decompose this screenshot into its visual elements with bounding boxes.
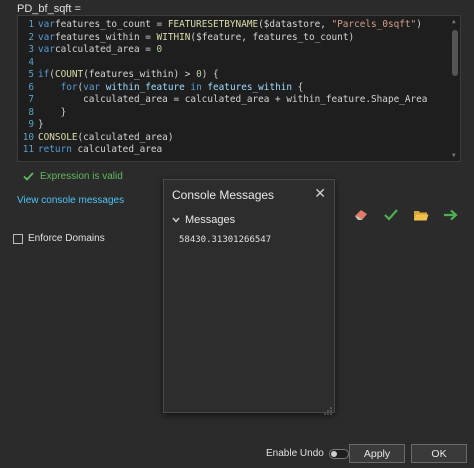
enable-undo-toggle[interactable]: [328, 448, 349, 459]
enable-undo-label: Enable Undo: [266, 448, 324, 459]
editor-scrollbar[interactable]: ▲ ▼: [452, 18, 458, 160]
code-text: }: [38, 106, 67, 118]
line-number: 8: [28, 106, 34, 118]
folder-open-icon[interactable]: [412, 207, 429, 223]
console-message: 58430.31301266547: [179, 235, 272, 245]
code-text: if(COUNT(features_within) > 0) {: [38, 69, 219, 80]
ok-button[interactable]: OK: [411, 444, 467, 463]
scrollbar-thumb[interactable]: [452, 30, 458, 76]
arrow-right-icon[interactable]: [442, 207, 459, 223]
line-number: 5: [28, 69, 34, 80]
code-text: varcalculated_area = 0: [38, 44, 163, 55]
validation-text: Expression is valid: [40, 171, 123, 182]
calculate-field-window: PD_bf_sqft = 1 varfeatures_to_count = FEA…: [0, 0, 474, 468]
expression-editor[interactable]: 1 varfeatures_to_count = FEATURESETBYNAME…: [17, 15, 461, 162]
code-text: calculated_area = calculated_area + with…: [38, 94, 428, 105]
line-number: 6: [28, 81, 34, 93]
verify-check-icon[interactable]: [382, 207, 399, 223]
code-text: return calculated_area: [38, 144, 163, 155]
line-number: 1: [28, 19, 34, 30]
line-number: 2: [28, 31, 34, 43]
code-text: varfeatures_within = WITHIN($feature, fe…: [38, 31, 355, 43]
code-text: CONSOLE(calculated_area): [38, 131, 174, 143]
enforce-domains-label: Enforce Domains: [28, 233, 105, 244]
chevron-down-icon: [172, 217, 180, 223]
line-number: 11: [22, 144, 34, 155]
console-messages-panel: Console Messages ✕ Messages 58430.313012…: [163, 179, 335, 415]
validation-status: Expression is valid: [23, 171, 123, 182]
console-panel-title: Console Messages: [172, 188, 275, 202]
code-text: for(var within_feature in features_withi…: [60, 81, 304, 93]
view-console-messages-link[interactable]: View console messages: [17, 195, 124, 206]
messages-section-toggle[interactable]: Messages: [172, 214, 235, 226]
close-icon[interactable]: ✕: [314, 185, 326, 201]
scroll-down-icon[interactable]: ▼: [452, 152, 456, 160]
valid-check-icon: [23, 172, 34, 181]
line-number: 10: [22, 131, 34, 143]
line-number: 9: [28, 119, 34, 130]
code-text: varfeatures_to_count = FEATURESETBYNAME(…: [38, 19, 422, 30]
line-number: 7: [28, 94, 34, 105]
toggle-knob: [330, 450, 337, 457]
line-number: 4: [28, 56, 34, 68]
line-number: 3: [28, 44, 34, 55]
enable-undo: Enable Undo: [266, 448, 349, 459]
eraser-icon[interactable]: [352, 207, 369, 223]
expression-toolbar: [352, 207, 459, 223]
resize-grip-icon[interactable]: [324, 402, 332, 415]
scroll-up-icon[interactable]: ▲: [452, 18, 456, 26]
field-label: PD_bf_sqft =: [17, 3, 81, 15]
messages-section-title: Messages: [185, 214, 236, 226]
enforce-domains[interactable]: Enforce Domains: [13, 233, 105, 244]
code-text: }: [38, 119, 44, 130]
enforce-domains-checkbox[interactable]: [13, 233, 23, 244]
apply-button[interactable]: Apply: [349, 444, 405, 463]
